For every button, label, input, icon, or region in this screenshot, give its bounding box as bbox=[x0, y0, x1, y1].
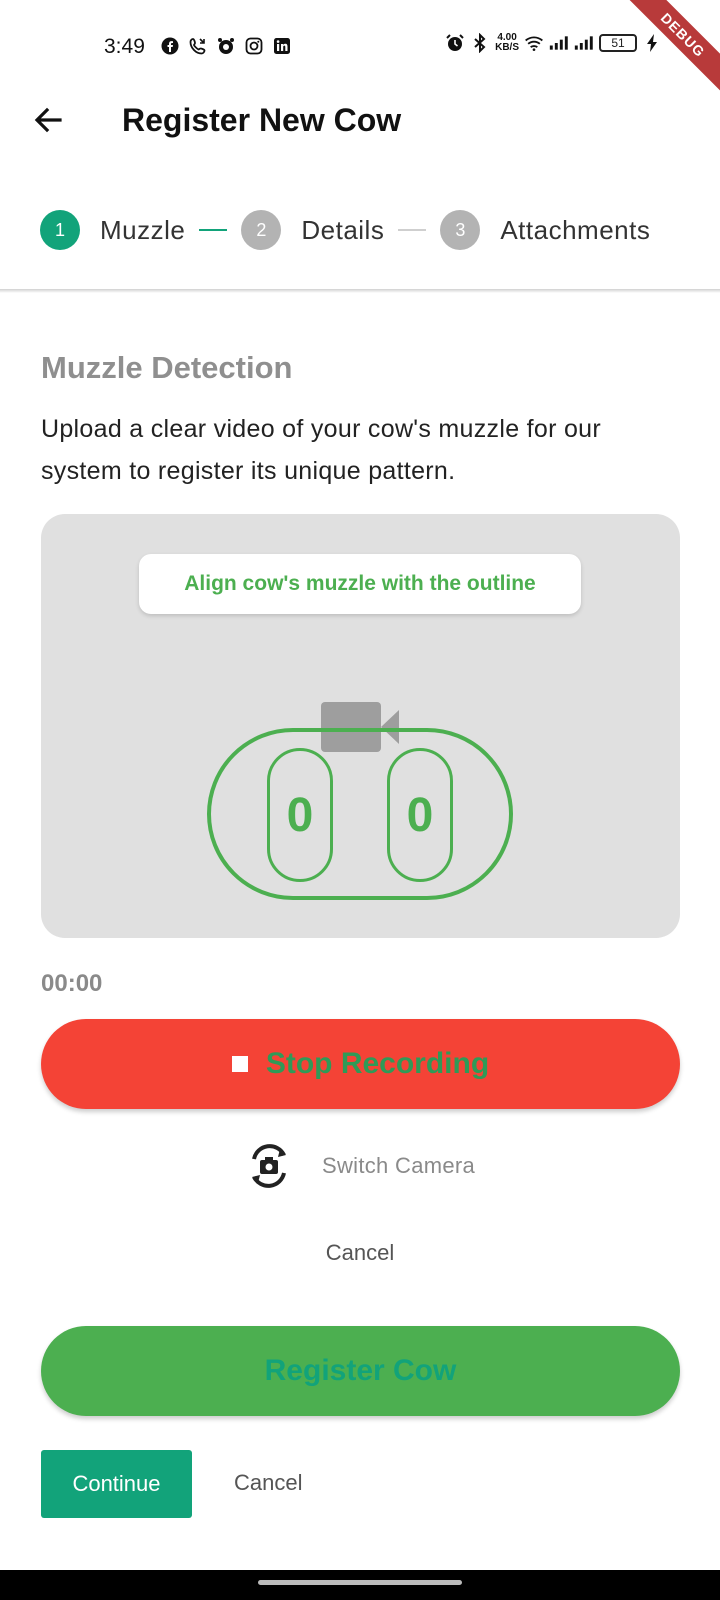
stop-recording-label: Stop Recording bbox=[265, 1047, 490, 1080]
section-title: Muzzle Detection bbox=[41, 350, 293, 385]
wifi-icon bbox=[524, 33, 544, 53]
system-nav-bar bbox=[0, 1570, 720, 1600]
alarm-clock-app-icon bbox=[216, 36, 236, 56]
recording-timer: 00:00 bbox=[41, 970, 103, 997]
step-connector-2 bbox=[398, 229, 427, 231]
switch-camera-icon bbox=[252, 1144, 286, 1188]
register-cow-button[interactable]: Register Cow bbox=[41, 1326, 680, 1416]
continue-button[interactable]: Continue bbox=[41, 1450, 192, 1518]
battery-indicator: 51 bbox=[599, 34, 637, 52]
home-gesture-handle[interactable] bbox=[258, 1580, 462, 1585]
instagram-icon bbox=[244, 36, 264, 56]
bluetooth-icon bbox=[470, 33, 490, 53]
muzzle-outline: 0 0 bbox=[207, 728, 513, 900]
stepper-divider bbox=[0, 289, 720, 293]
charging-icon bbox=[642, 33, 662, 53]
section-description: Upload a clear video of your cow's muzzl… bbox=[41, 415, 601, 485]
step-2-label[interactable]: Details bbox=[301, 215, 384, 246]
page-title: Register New Cow bbox=[122, 102, 402, 138]
step-3-label[interactable]: Attachments bbox=[500, 215, 650, 246]
status-time: 3:49 bbox=[104, 35, 145, 58]
switch-camera-label: Switch Camera bbox=[322, 1153, 476, 1178]
cancel-button[interactable]: Cancel bbox=[234, 1470, 302, 1496]
arrow-left-icon bbox=[34, 107, 62, 133]
cancel-recording-button[interactable]: Cancel bbox=[0, 1240, 720, 1266]
step-3-indicator[interactable]: 3 bbox=[440, 210, 481, 250]
step-2-indicator[interactable]: 2 bbox=[241, 210, 282, 250]
step-1-label[interactable]: Muzzle bbox=[100, 215, 185, 246]
linkedin-icon bbox=[272, 36, 292, 56]
stepper: 1 Muzzle 2 Details 3 Attachments bbox=[40, 190, 680, 270]
network-speed: 4.00 KB/S bbox=[495, 33, 519, 53]
alignment-hint: Align cow's muzzle with the outline bbox=[139, 554, 581, 614]
status-bar: 3:49 4.00 KB/S 51 DEBUG bbox=[0, 0, 720, 98]
step-1-indicator[interactable]: 1 bbox=[40, 210, 80, 250]
back-button[interactable] bbox=[28, 100, 68, 140]
signal-icon-2 bbox=[574, 33, 594, 53]
stop-recording-button[interactable]: Stop Recording bbox=[41, 1019, 680, 1109]
step-connector-1 bbox=[199, 229, 228, 231]
notification-icons bbox=[160, 36, 292, 56]
switch-camera-button[interactable]: Switch Camera bbox=[244, 1138, 475, 1194]
alarm-icon bbox=[445, 33, 465, 53]
speed-unit: KB/S bbox=[495, 42, 519, 53]
right-nostril-count: 0 bbox=[387, 748, 453, 882]
signal-icon-1 bbox=[549, 33, 569, 53]
camera-preview[interactable]: Align cow's muzzle with the outline 0 0 bbox=[41, 514, 680, 938]
system-icons: 4.00 KB/S 51 bbox=[445, 33, 662, 53]
app-bar: Register New Cow bbox=[0, 92, 720, 160]
missed-call-icon bbox=[188, 36, 208, 56]
facebook-icon bbox=[160, 36, 180, 56]
stop-icon bbox=[231, 1056, 248, 1072]
left-nostril-count: 0 bbox=[267, 748, 333, 882]
